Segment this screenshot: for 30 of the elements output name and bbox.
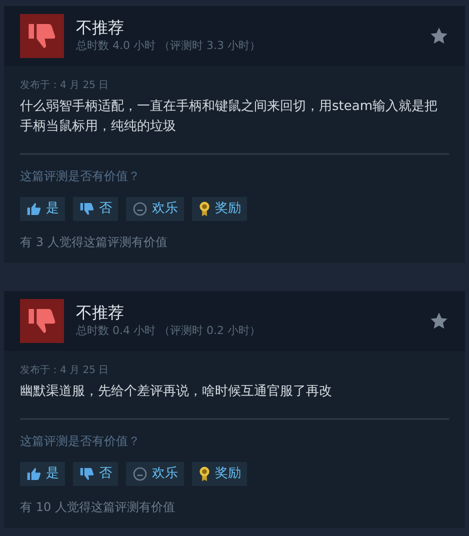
playtime-text: 总时数 0.4 小时 （评测时 0.2 小时）	[76, 323, 262, 339]
vote-button[interactable]: 奖励	[192, 197, 247, 221]
thumbs-up-icon	[26, 466, 42, 482]
vote-button[interactable]: 欢乐	[126, 462, 184, 486]
helpful-count: 有 10 人觉得这篇评测有价值	[20, 499, 176, 516]
medal-icon	[198, 201, 211, 217]
helpful-count: 有 3 人觉得这篇评测有价值	[20, 234, 168, 251]
vote-button[interactable]: 否	[73, 197, 118, 221]
vote-button[interactable]: 否	[73, 462, 118, 486]
thumbs-down-icon	[79, 466, 95, 482]
review-text: 幽默渠道服，先给个差评再说，啥时候互通官服了再改	[20, 382, 449, 420]
thumbs-down-icon	[79, 201, 95, 217]
playtime-text: 总时数 4.0 小时 （评测时 3.3 小时）	[76, 38, 262, 54]
posted-date: 发布于：4 月 25 日	[20, 79, 110, 93]
smiley-icon	[132, 201, 148, 217]
star-icon[interactable]	[429, 26, 449, 46]
helpful-question: 这篇评测是否有价值？	[20, 168, 141, 185]
smiley-icon	[132, 466, 148, 482]
helpful-question: 这篇评测是否有价值？	[20, 433, 141, 450]
thumbs-up-icon	[26, 201, 42, 217]
verdict-title: 不推荐	[76, 18, 125, 38]
vote-button[interactable]: 是	[20, 197, 65, 221]
posted-date: 发布于：4 月 25 日	[20, 364, 110, 378]
verdict-title: 不推荐	[76, 303, 125, 323]
vote-button[interactable]: 奖励	[192, 462, 247, 486]
vote-button[interactable]: 欢乐	[126, 197, 184, 221]
medal-icon	[198, 466, 211, 482]
star-icon[interactable]	[429, 311, 449, 331]
review-text: 什么弱智手柄适配，一直在手柄和键鼠之间来回切，用steam输入就是把手柄当鼠标用，纯纯的垃圾	[20, 97, 449, 155]
vote-button[interactable]: 是	[20, 462, 65, 486]
